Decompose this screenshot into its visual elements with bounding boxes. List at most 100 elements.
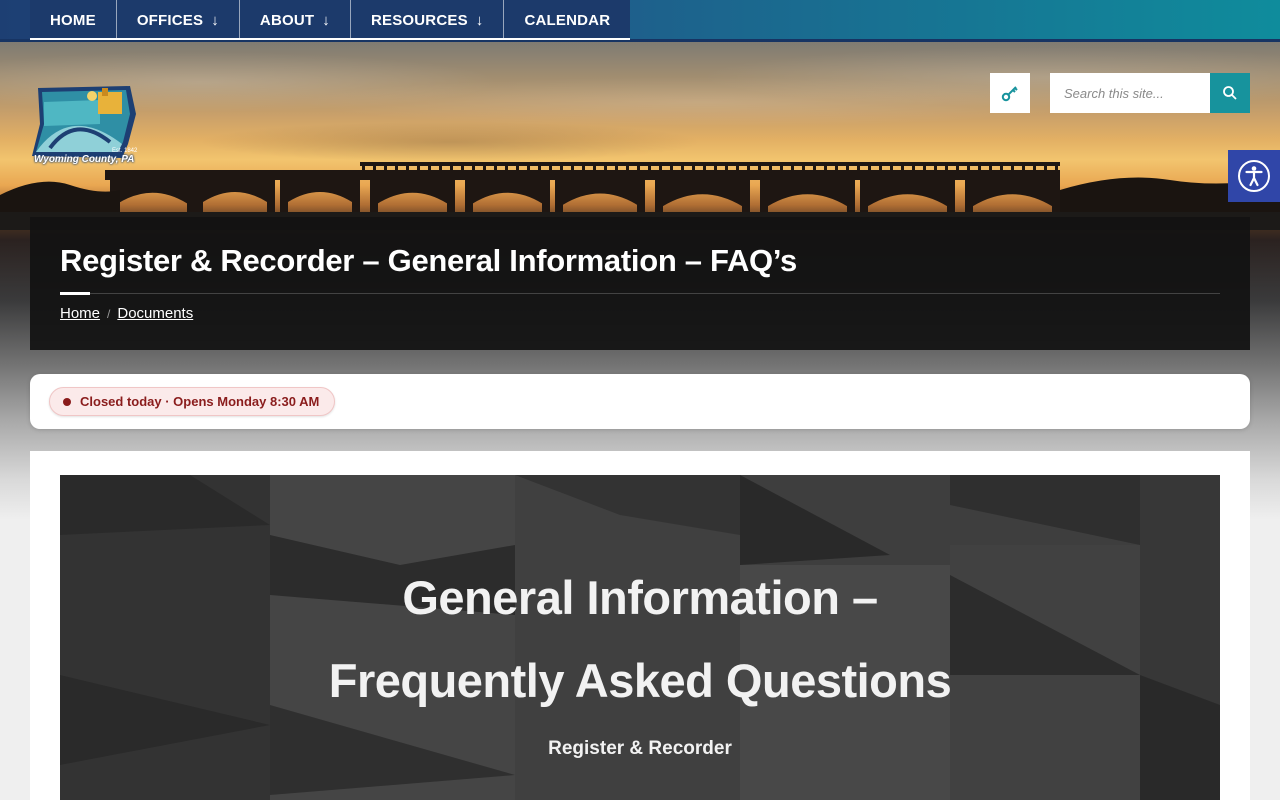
viaduct-railing-post xyxy=(901,162,904,172)
nav-about-label: ABOUT xyxy=(259,11,315,29)
nav-offices-label: OFFICES xyxy=(136,11,204,29)
viaduct-railing-post xyxy=(637,162,640,172)
nav-home-label: HOME xyxy=(50,11,96,29)
viaduct-railing-post xyxy=(604,162,607,172)
viaduct-railing-post xyxy=(527,162,530,172)
viaduct-railing-post xyxy=(934,162,937,172)
status-badge: Closed today · Opens Monday 8:30 AM xyxy=(49,387,336,416)
search-input[interactable] xyxy=(1050,73,1210,113)
nav-resources[interactable]: RESOURCES ↓ xyxy=(351,0,505,40)
viaduct-railing-post xyxy=(758,162,761,172)
viaduct-railing-post xyxy=(571,162,574,172)
viaduct-railing-post xyxy=(461,162,464,172)
breadcrumb-home[interactable]: Home xyxy=(60,305,100,322)
viaduct-railing-post xyxy=(1044,162,1047,172)
viaduct-railing-post xyxy=(516,162,519,172)
viaduct-railing-post xyxy=(846,162,849,172)
nav-calendar[interactable]: CALENDAR xyxy=(504,0,630,40)
viaduct-railing-post xyxy=(736,162,739,172)
viaduct-railing-post xyxy=(483,162,486,172)
nav-home[interactable]: HOME xyxy=(30,0,117,40)
viaduct-railing-post xyxy=(1022,162,1025,172)
viaduct-railing-post xyxy=(560,162,563,172)
arrow-down-icon: ↓ xyxy=(322,11,330,29)
banner-title-line2: Frequently Asked Questions xyxy=(328,654,952,707)
accessibility-icon xyxy=(1238,160,1270,192)
title-divider xyxy=(90,293,1220,294)
viaduct-railing-post xyxy=(714,162,717,172)
viaduct-railing-post xyxy=(648,162,651,172)
viaduct-railing-post xyxy=(956,162,959,172)
viaduct-railing-post xyxy=(703,162,706,172)
viaduct-railing-post xyxy=(549,162,552,172)
viaduct-railing-post xyxy=(384,162,387,172)
viaduct-railing-post xyxy=(538,162,541,172)
viaduct-railing-post xyxy=(406,162,409,172)
status-dot-icon xyxy=(63,397,71,406)
viaduct-railing-post xyxy=(769,162,772,172)
viaduct-railing-post xyxy=(802,162,805,172)
viaduct-railing-post xyxy=(824,162,827,172)
page-header-panel: Register & Recorder – General Informatio… xyxy=(30,217,1250,350)
breadcrumb-separator: / xyxy=(107,306,111,321)
viaduct-railing-post xyxy=(626,162,629,172)
viaduct-railing-post xyxy=(439,162,442,172)
office-status-card: Closed today · Opens Monday 8:30 AM xyxy=(30,374,1250,429)
viaduct-railing-post xyxy=(868,162,871,172)
search-icon xyxy=(1223,86,1237,100)
nav-calendar-label: CALENDAR xyxy=(524,11,611,29)
viaduct-railing-post xyxy=(989,162,992,172)
banner-subtitle: Register & Recorder xyxy=(548,738,732,759)
status-text: Closed today · Opens Monday 8:30 AM xyxy=(80,394,320,409)
arrow-down-icon: ↓ xyxy=(211,11,219,29)
viaduct-railing-post xyxy=(945,162,948,172)
viaduct-railing-post xyxy=(450,162,453,172)
faq-banner: General Information – Frequently Asked Q… xyxy=(60,475,1220,800)
viaduct-railing-post xyxy=(890,162,893,172)
viaduct-railing-post xyxy=(582,162,585,172)
page-title: Register & Recorder – General Informatio… xyxy=(60,243,797,278)
viaduct-railing-post xyxy=(373,162,376,172)
viaduct-railing-post xyxy=(670,162,673,172)
viaduct-railing-post xyxy=(428,162,431,172)
viaduct-railing-post xyxy=(978,162,981,172)
viaduct-railing-post xyxy=(417,162,420,172)
viaduct-railing-post xyxy=(593,162,596,172)
top-bar: HOME OFFICES ↓ ABOUT ↓ RESOURCES ↓ CALEN… xyxy=(0,0,1280,42)
viaduct-railing-post xyxy=(395,162,398,172)
viaduct-railing-post xyxy=(747,162,750,172)
title-accent-bar xyxy=(60,292,90,295)
viaduct-railing-post xyxy=(692,162,695,172)
viaduct-railing-post xyxy=(967,162,970,172)
viaduct-railing-post xyxy=(505,162,508,172)
content-card: General Information – Frequently Asked Q… xyxy=(30,451,1250,800)
viaduct-railing-post xyxy=(494,162,497,172)
viaduct-railing-post xyxy=(791,162,794,172)
accessibility-button[interactable] xyxy=(1228,150,1280,202)
viaduct-railing-post xyxy=(472,162,475,172)
nav-offices[interactable]: OFFICES ↓ xyxy=(117,0,240,40)
viaduct-railing-post xyxy=(1011,162,1014,172)
main-nav: HOME OFFICES ↓ ABOUT ↓ RESOURCES ↓ CALEN… xyxy=(30,0,631,40)
viaduct-railing-post xyxy=(923,162,926,172)
nav-about[interactable]: ABOUT ↓ xyxy=(240,0,351,40)
viaduct-railing-post xyxy=(725,162,728,172)
logo-text: Wyoming County, PA xyxy=(34,154,135,165)
key-icon xyxy=(1001,86,1018,102)
nav-resources-label: RESOURCES xyxy=(370,11,468,29)
viaduct-railing-post xyxy=(681,162,684,172)
viaduct-railing-post xyxy=(615,162,618,172)
viaduct-railing-post xyxy=(1033,162,1036,172)
county-logo[interactable]: Est. 1842 Wyoming County, PA xyxy=(30,84,140,174)
arrow-down-icon: ↓ xyxy=(475,11,484,29)
viaduct-railing-post xyxy=(362,162,365,172)
login-button[interactable] xyxy=(990,73,1030,113)
viaduct-railing-post xyxy=(1055,162,1058,172)
viaduct-railing-post xyxy=(659,162,662,172)
search-button[interactable] xyxy=(1210,73,1250,113)
breadcrumb-documents[interactable]: Documents xyxy=(117,305,193,322)
viaduct-railing-post xyxy=(1000,162,1003,172)
viaduct-railing-post xyxy=(879,162,882,172)
viaduct-railing-post xyxy=(780,162,783,172)
viaduct-railing-post xyxy=(813,162,816,172)
